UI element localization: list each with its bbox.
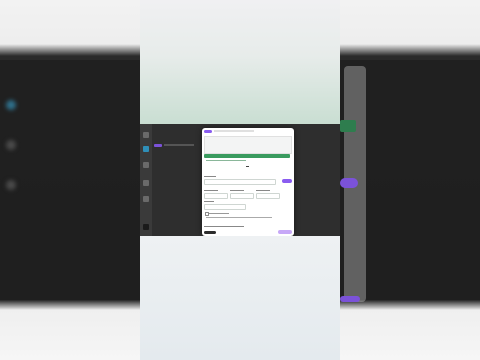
hint-text	[206, 217, 272, 218]
app-text	[164, 144, 194, 146]
outer-left-blur	[0, 60, 140, 300]
column-label	[256, 190, 270, 191]
column-field[interactable]	[204, 193, 228, 199]
link-section-label	[204, 176, 216, 177]
blur-icon-left	[6, 180, 16, 190]
app-tag	[154, 144, 162, 147]
checkbox-label	[209, 213, 229, 214]
chevron-down-icon[interactable]	[246, 166, 249, 167]
sidebar-icon[interactable]	[143, 196, 149, 202]
link-input[interactable]	[204, 179, 276, 185]
sidebar-icon[interactable]	[143, 146, 149, 152]
dialog-title	[214, 130, 254, 132]
sidebar-icon[interactable]	[143, 162, 149, 168]
sidebar-icon[interactable]	[143, 224, 149, 230]
footer-text	[204, 226, 244, 227]
sidebar-icon[interactable]	[143, 132, 149, 138]
dialog-tag	[204, 130, 212, 133]
blur-green-right	[340, 120, 356, 132]
video-frame	[140, 0, 340, 360]
upload-button[interactable]	[204, 154, 290, 158]
upload-hint	[206, 160, 246, 161]
dialog	[202, 128, 294, 236]
sidebar-icon[interactable]	[143, 180, 149, 186]
footer-button-purple[interactable]	[278, 230, 292, 234]
column-field[interactable]	[230, 193, 254, 199]
app-sidebar	[140, 124, 152, 236]
column-label	[230, 190, 244, 191]
column-label	[204, 190, 218, 191]
footer-button-dark[interactable]	[204, 231, 216, 234]
screen-recording	[140, 124, 340, 236]
bottom-gradient	[140, 236, 340, 360]
blur-icon-left	[6, 140, 16, 150]
blur-purple-right	[340, 178, 358, 188]
text-field[interactable]	[204, 204, 246, 210]
field-label	[204, 201, 214, 202]
add-button[interactable]	[282, 179, 292, 183]
top-gradient	[140, 0, 340, 124]
blur-purple-right-bottom	[340, 296, 360, 302]
column-field[interactable]	[256, 193, 280, 199]
upload-area[interactable]	[204, 136, 292, 154]
blur-icon-left	[6, 100, 16, 110]
